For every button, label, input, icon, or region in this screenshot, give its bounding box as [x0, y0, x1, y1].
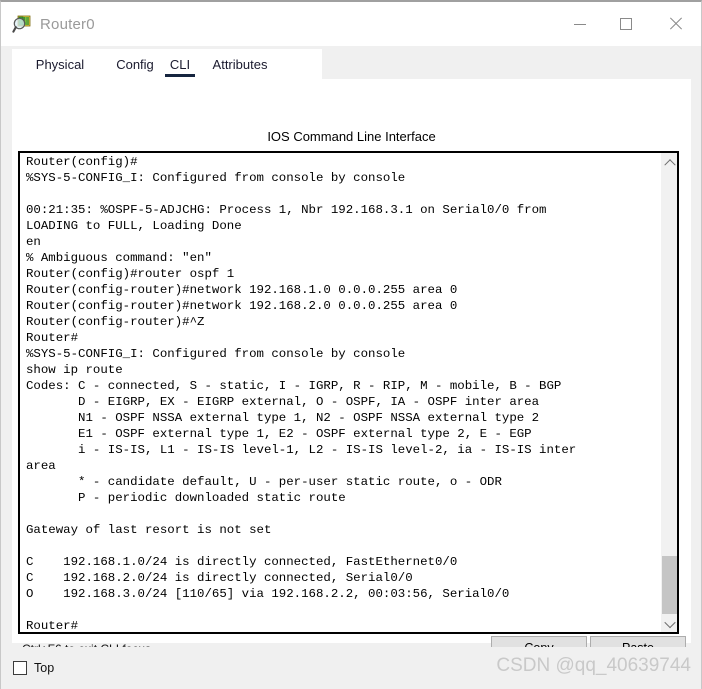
- top-checkbox-label: Top: [34, 661, 55, 675]
- tab-attributes-label: Attributes: [212, 56, 268, 72]
- tab-physical-label: Physical: [35, 56, 85, 72]
- minimize-button[interactable]: [557, 2, 603, 46]
- tab-attributes[interactable]: Attributes: [200, 49, 280, 79]
- window-footer: Top CSDN @qq_40639744: [1, 647, 701, 689]
- top-checkbox-box[interactable]: [13, 661, 27, 675]
- close-icon: [668, 17, 682, 31]
- tab-cli-active-indicator: [165, 74, 195, 77]
- chevron-up-icon: [663, 158, 676, 170]
- tab-config-label: Config: [116, 56, 154, 72]
- tab-cli[interactable]: CLI: [158, 49, 202, 79]
- top-checkbox[interactable]: Top: [13, 661, 54, 675]
- window-body: Physical Config CLI Attributes IOS Comma…: [1, 46, 701, 660]
- cli-terminal[interactable]: Router(config)# %SYS-5-CONFIG_I: Configu…: [18, 151, 679, 634]
- watermark: CSDN @qq_40639744: [496, 655, 691, 676]
- chevron-down-icon: [663, 616, 676, 628]
- cli-scrollbar[interactable]: [660, 153, 677, 632]
- title-bar: Router0: [1, 2, 701, 46]
- window-controls: [557, 2, 701, 46]
- scroll-up-button[interactable]: [661, 153, 677, 170]
- window-title: Router0: [40, 15, 95, 33]
- cli-tab-panel: IOS Command Line Interface Router(config…: [12, 79, 691, 660]
- maximize-icon: [620, 18, 632, 30]
- tab-config[interactable]: Config: [104, 49, 166, 79]
- tab-strip: Physical Config CLI Attributes: [12, 49, 691, 79]
- close-button[interactable]: [649, 2, 701, 46]
- tab-cli-label: CLI: [169, 56, 191, 72]
- panel-heading: IOS Command Line Interface: [267, 129, 436, 144]
- cli-output-text: Router(config)# %SYS-5-CONFIG_I: Configu…: [26, 155, 577, 633]
- scrollbar-thumb[interactable]: [662, 556, 677, 614]
- packet-inspect-icon: [12, 14, 32, 34]
- minimize-icon: [574, 23, 586, 25]
- router-cli-window: Router0 Physical Config CLI Attributes I…: [0, 0, 702, 689]
- tab-physical[interactable]: Physical: [22, 49, 98, 79]
- maximize-button[interactable]: [603, 2, 649, 46]
- scroll-down-button[interactable]: [661, 615, 677, 632]
